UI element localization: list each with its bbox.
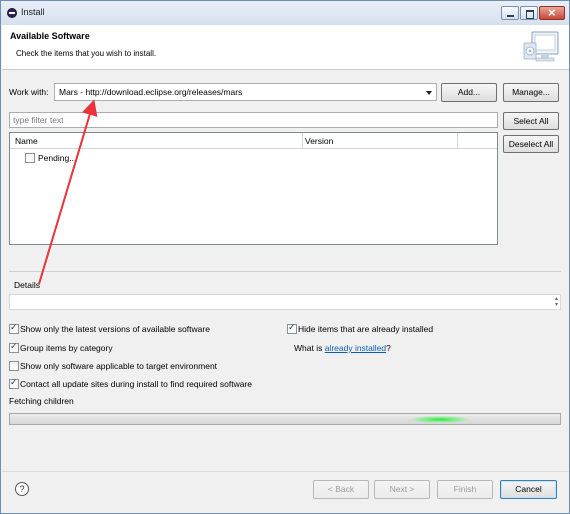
annotation-arrow <box>38 99 98 285</box>
red-arrow-line <box>38 99 98 285</box>
